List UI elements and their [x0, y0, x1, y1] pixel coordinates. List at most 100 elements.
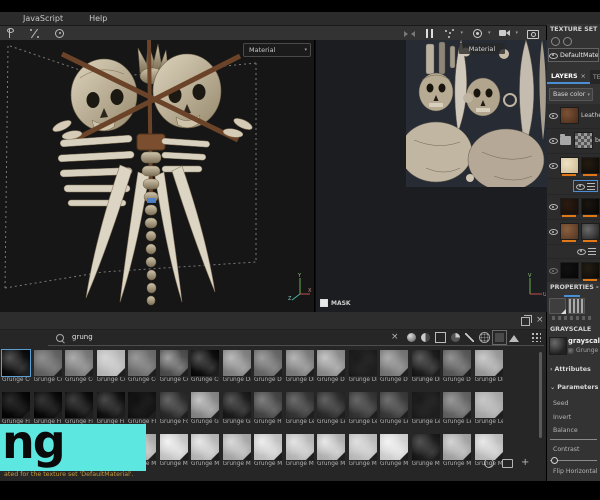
- layer-thumbnail[interactable]: [560, 157, 579, 176]
- material-mode-button[interactable]: [568, 298, 585, 314]
- asset-item[interactable]: Grunge M...: [317, 434, 345, 468]
- layer-row[interactable]: [547, 259, 600, 282]
- asset-thumbnail[interactable]: [159, 434, 188, 460]
- menu-javascript[interactable]: JavaScript: [10, 14, 76, 23]
- asset-thumbnail[interactable]: [411, 392, 440, 418]
- asset-thumbnail[interactable]: [474, 392, 503, 418]
- filters-filter-icon[interactable]: [451, 333, 460, 342]
- asset-thumbnail[interactable]: [222, 350, 251, 376]
- asset-thumbnail[interactable]: [191, 434, 219, 460]
- asset-item[interactable]: Grunge Le...: [317, 392, 345, 426]
- asset-item[interactable]: Grunge Le...: [443, 392, 471, 426]
- asset-thumbnail[interactable]: [254, 392, 282, 418]
- chevron-down-icon[interactable]: ▾: [515, 30, 518, 36]
- effects-stack-icon[interactable]: [587, 182, 595, 190]
- layer-row[interactable]: [547, 220, 600, 245]
- asset-thumbnail[interactable]: [65, 350, 93, 376]
- asset-item[interactable]: Grunge Fi...: [96, 392, 125, 426]
- asset-thumbnail[interactable]: [254, 434, 282, 460]
- eye-icon[interactable]: [549, 112, 558, 120]
- grayscale-thumbnail[interactable]: [549, 337, 567, 355]
- asset-item[interactable]: Grunge Le...: [285, 392, 314, 426]
- tab-layers[interactable]: LAYERS ×: [547, 70, 590, 84]
- eye-icon[interactable]: [576, 182, 585, 190]
- brushes-filter-icon[interactable]: [465, 333, 474, 342]
- search-input[interactable]: grung: [72, 333, 93, 341]
- close-icon[interactable]: ×: [581, 73, 586, 80]
- asset-thumbnail[interactable]: [380, 392, 408, 418]
- asset-thumbnail[interactable]: [2, 392, 30, 418]
- asset-thumbnail[interactable]: [191, 350, 219, 376]
- asset-item[interactable]: Grunge Di...: [285, 350, 314, 384]
- asset-item[interactable]: Grunge M...: [191, 434, 219, 468]
- asset-item[interactable]: Grunge Co...: [159, 350, 188, 384]
- asset-item[interactable]: Grunge H...: [254, 392, 282, 426]
- layer-row[interactable]: bones: [547, 129, 600, 154]
- asset-item[interactable]: Grunge Fluff: [128, 392, 156, 426]
- asset-item[interactable]: Grunge Ga...: [222, 392, 251, 426]
- asset-thumbnail[interactable]: [443, 392, 471, 418]
- asset-thumbnail[interactable]: [96, 350, 125, 376]
- tab-texture[interactable]: TEXTURE: [590, 70, 600, 84]
- eye-icon[interactable]: [549, 162, 558, 170]
- param-contrast[interactable]: Contrast: [553, 446, 579, 453]
- pivot-icon[interactable]: [4, 27, 15, 39]
- asset-item[interactable]: Grunge Co...: [65, 350, 93, 384]
- asset-item[interactable]: Grunge Di...: [317, 350, 345, 384]
- layer-thumbnail[interactable]: [581, 223, 600, 242]
- asset-thumbnail[interactable]: [285, 434, 314, 460]
- asset-thumbnail[interactable]: [191, 392, 219, 418]
- param-invert[interactable]: Invert: [553, 414, 571, 421]
- layer-thumbnail[interactable]: [560, 198, 579, 217]
- asset-item[interactable]: Grunge Fo...: [159, 392, 188, 426]
- eye-icon[interactable]: [549, 203, 558, 211]
- eye-icon[interactable]: [549, 228, 558, 236]
- asset-item[interactable]: Grunge M...: [411, 434, 440, 468]
- viewport-3d[interactable]: Material ▾ Y X Z: [0, 40, 314, 312]
- asset-item[interactable]: Grunge Di...: [254, 350, 282, 384]
- asset-item[interactable]: Grunge Le...: [348, 392, 377, 426]
- shading-mode-dropdown[interactable]: Material ▾: [243, 43, 311, 57]
- viewport-2d[interactable]: Material MASK V U: [315, 40, 547, 312]
- parameters-section[interactable]: ⌄ Parameters: [550, 384, 598, 391]
- asset-thumbnail[interactable]: [33, 350, 62, 376]
- asset-thumbnail[interactable]: [222, 392, 251, 418]
- layer-thumbnail[interactable]: [574, 132, 593, 149]
- layer-thumbnail[interactable]: [560, 262, 579, 279]
- smart-masks-filter-icon[interactable]: [435, 332, 446, 343]
- asset-thumbnail[interactable]: [411, 434, 440, 460]
- asset-thumbnail[interactable]: [317, 434, 345, 460]
- eye-icon[interactable]: [549, 137, 558, 145]
- asset-item[interactable]: Grunge M...: [254, 434, 282, 468]
- chevron-down-icon[interactable]: ▾: [488, 30, 491, 36]
- asset-item[interactable]: Grunge Le...: [474, 392, 503, 426]
- asset-thumbnail[interactable]: [317, 350, 345, 376]
- asset-item[interactable]: Grunge Le...: [380, 392, 408, 426]
- layer-thumbnail[interactable]: [581, 262, 600, 281]
- toggle-flip-horizontal[interactable]: Flip Horizontal: [553, 468, 598, 475]
- contrast-slider-knob[interactable]: [551, 457, 558, 464]
- asset-thumbnail[interactable]: [317, 392, 345, 418]
- asset-thumbnail[interactable]: [380, 434, 408, 460]
- attributes-section[interactable]: › Attributes: [550, 366, 591, 373]
- asset-item[interactable]: Grunge Di...: [348, 350, 377, 384]
- asset-item[interactable]: Grunge Co...: [1, 349, 31, 384]
- asset-thumbnail[interactable]: [380, 350, 408, 376]
- eye-icon[interactable]: [577, 247, 586, 255]
- asset-item[interactable]: Grunge Di...: [443, 350, 471, 384]
- grayscale-resource-source[interactable]: Grunge Co...: [568, 347, 600, 354]
- shelf-scrollbar[interactable]: [539, 352, 542, 438]
- asset-thumbnail[interactable]: [254, 350, 282, 376]
- asset-item[interactable]: Grunge Cr...: [191, 350, 219, 384]
- asset-item[interactable]: Grunge Co...: [33, 350, 62, 384]
- asset-thumbnail[interactable]: [65, 392, 93, 418]
- param-balance[interactable]: Balance: [553, 427, 578, 434]
- physics-icon[interactable]: [472, 28, 483, 39]
- asset-item[interactable]: Grunge M...: [222, 434, 251, 468]
- asset-thumbnail[interactable]: [128, 392, 156, 418]
- lazy-mouse-icon[interactable]: [29, 28, 40, 39]
- environments-filter-icon[interactable]: [509, 330, 519, 342]
- effects-stack-icon[interactable]: [588, 247, 596, 255]
- eye-icon[interactable]: [549, 267, 558, 275]
- texture-overlay-label[interactable]: Material: [459, 43, 505, 54]
